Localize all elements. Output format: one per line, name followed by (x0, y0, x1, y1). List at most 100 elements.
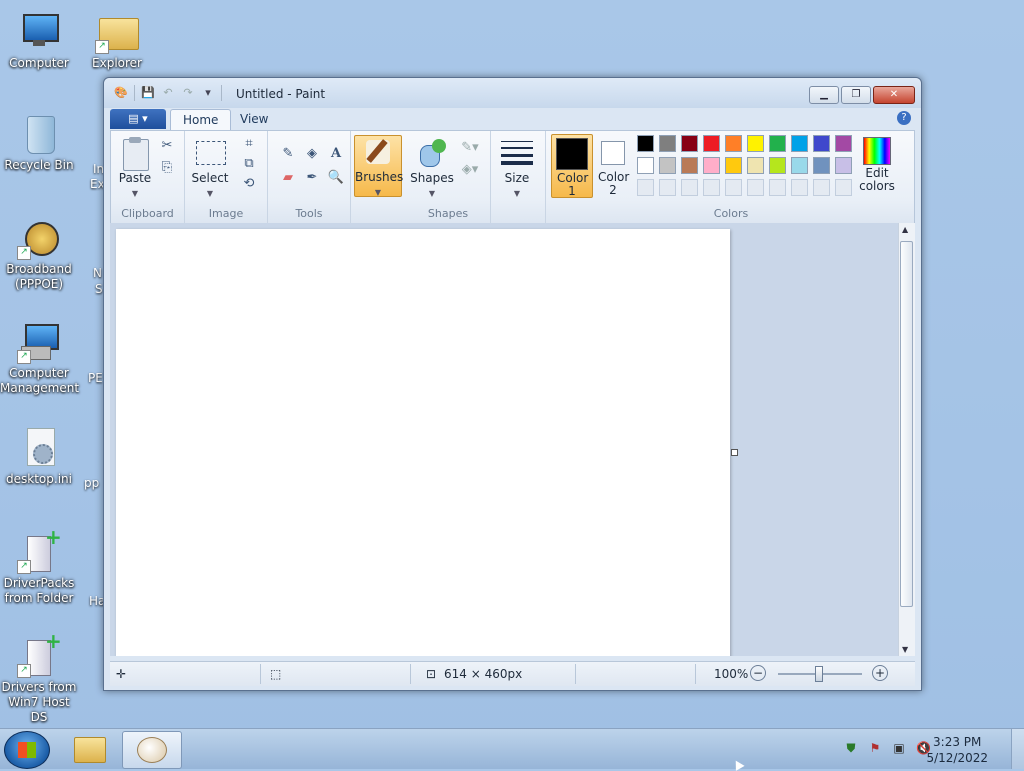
scroll-down-icon[interactable]: ▼ (902, 645, 908, 654)
edit-colors-button[interactable]: Edit colors (857, 135, 897, 193)
scroll-thumb[interactable] (900, 241, 913, 607)
palette-swatch[interactable] (769, 135, 786, 152)
paint-window[interactable]: 🎨 💾 ↶ ↷ ▾ Untitled - Paint ▁ ❐ ✕ ▤ ▾ Hom… (103, 77, 922, 691)
desktop-icon-explorer[interactable]: ↗ Explorer (78, 10, 156, 71)
tab-home[interactable]: Home (170, 109, 232, 131)
security-icon[interactable]: ⛊ (844, 741, 858, 755)
desktop-icon-desktop-ini[interactable]: desktop.ini (0, 426, 78, 487)
outline-icon[interactable]: ✎▾ (460, 139, 480, 157)
desktop-icon-label: DriverPacks from Folder (3, 576, 75, 605)
color1-button[interactable]: Color 1 (551, 134, 593, 198)
zoom-out-icon[interactable]: − (750, 665, 766, 681)
palette-swatch[interactable] (813, 157, 830, 174)
palette-swatch[interactable] (681, 157, 698, 174)
scroll-up-icon[interactable]: ▲ (902, 225, 908, 234)
palette-swatch[interactable] (637, 135, 654, 152)
clock[interactable]: 3:23 PM 5/12/2022 (926, 734, 988, 766)
desktop-icon-broadband[interactable]: ↗ Broadband (PPPOE) (0, 216, 78, 292)
desktop-icon-computer[interactable]: Computer (0, 10, 78, 71)
crop-icon[interactable]: ⌗ (239, 135, 259, 153)
palette-swatch[interactable] (835, 135, 852, 152)
ribbon: Paste ▼ ✂ ⎘ Clipboard Select ▼ ⌗ ⧉ ⟲ Image… (110, 130, 915, 224)
custom-color-slot[interactable] (703, 179, 720, 196)
palette-swatch[interactable] (637, 157, 654, 174)
palette-swatch[interactable] (725, 135, 742, 152)
undo-icon[interactable]: ↶ (161, 86, 175, 100)
color2-button[interactable]: Color 2 (593, 134, 633, 197)
fill-icon[interactable]: ◈ (302, 145, 322, 163)
action-center-icon[interactable]: ⚑ (868, 741, 882, 755)
zoom-in-icon[interactable]: + (872, 665, 888, 681)
custom-color-slot[interactable] (813, 179, 830, 196)
resize-icon[interactable]: ⧉ (239, 155, 259, 173)
title-bar[interactable]: 🎨 💾 ↶ ↷ ▾ Untitled - Paint ▁ ❐ ✕ (104, 78, 921, 108)
shape-fill-icon[interactable]: ◈▾ (460, 161, 480, 179)
help-icon[interactable]: ? (897, 111, 911, 125)
custom-color-slot[interactable] (681, 179, 698, 196)
desktop-icon-computer-management[interactable]: ↗ Computer Management (0, 320, 79, 396)
canvas-area[interactable] (110, 223, 899, 656)
copy-icon[interactable]: ⎘ (157, 159, 177, 177)
palette-swatch[interactable] (703, 135, 720, 152)
desktop-icon-label: Broadband (PPPOE) (6, 262, 72, 291)
paint-menu-button[interactable]: ▤ ▾ (110, 109, 166, 129)
resize-handle-right[interactable] (731, 449, 738, 456)
close-button[interactable]: ✕ (873, 86, 915, 104)
network-icon[interactable]: ▣ (892, 741, 906, 755)
customize-qat-icon[interactable]: ▾ (201, 86, 215, 100)
taskbar-explorer[interactable] (60, 731, 118, 767)
partial-desktop-label: S (95, 282, 103, 296)
vertical-scrollbar[interactable]: ▲ ▼ (898, 223, 915, 656)
text-icon[interactable]: A (326, 145, 346, 163)
desktop-icon-drivers-win7[interactable]: + ↗ Drivers from Win7 Host DS (0, 631, 78, 725)
drawing-canvas[interactable] (116, 229, 730, 656)
custom-color-slot[interactable] (747, 179, 764, 196)
magnifier-icon[interactable]: 🔍 (326, 169, 346, 187)
start-button[interactable] (4, 731, 50, 769)
palette-swatch[interactable] (725, 157, 742, 174)
maximize-button[interactable]: ❐ (841, 86, 871, 104)
eraser-icon[interactable]: ▰ (278, 169, 298, 187)
palette-swatch[interactable] (747, 135, 764, 152)
palette-swatch[interactable] (791, 157, 808, 174)
custom-color-slot[interactable] (725, 179, 742, 196)
custom-color-slot[interactable] (835, 179, 852, 196)
paint-app-icon[interactable]: 🎨 (114, 86, 128, 100)
partial-desktop-label: pp (84, 476, 100, 490)
palette-swatch[interactable] (747, 157, 764, 174)
size-button[interactable]: Size ▼ (494, 137, 540, 199)
minimize-button[interactable]: ▁ (809, 86, 839, 104)
color-picker-icon[interactable]: ✒ (302, 169, 322, 187)
taskbar-paint[interactable] (122, 731, 182, 769)
settings-file-icon (17, 426, 61, 470)
desktop-icon-recycle-bin[interactable]: Recycle Bin (0, 112, 78, 173)
brushes-label: Brushes (355, 170, 404, 184)
brushes-button[interactable]: Brushes ▼ (354, 135, 404, 197)
tab-view[interactable]: View (228, 109, 280, 130)
palette-swatch[interactable] (813, 135, 830, 152)
show-desktop-button[interactable] (1011, 729, 1024, 769)
zoom-slider-thumb[interactable] (815, 666, 823, 682)
rotate-icon[interactable]: ⟲ (239, 175, 259, 193)
paste-label: Paste (118, 171, 152, 185)
palette-swatch[interactable] (703, 157, 720, 174)
select-button[interactable]: Select ▼ (189, 137, 231, 199)
palette-swatch[interactable] (681, 135, 698, 152)
driver-install-icon: + ↗ (17, 527, 62, 574)
shapes-button[interactable]: Shapes ▼ (410, 137, 454, 199)
cut-icon[interactable]: ✂ (157, 137, 177, 155)
custom-color-slot[interactable] (637, 179, 654, 196)
palette-swatch[interactable] (659, 157, 676, 174)
save-icon[interactable]: 💾 (141, 86, 155, 100)
palette-swatch[interactable] (659, 135, 676, 152)
paste-button[interactable]: Paste ▼ (117, 137, 153, 199)
desktop-icon-driverpacks[interactable]: + ↗ DriverPacks from Folder (0, 527, 78, 606)
custom-color-slot[interactable] (791, 179, 808, 196)
palette-swatch[interactable] (791, 135, 808, 152)
custom-color-slot[interactable] (769, 179, 786, 196)
redo-icon[interactable]: ↷ (181, 86, 195, 100)
pencil-icon[interactable]: ✎ (278, 145, 298, 163)
custom-color-slot[interactable] (659, 179, 676, 196)
palette-swatch[interactable] (769, 157, 786, 174)
palette-swatch[interactable] (835, 157, 852, 174)
